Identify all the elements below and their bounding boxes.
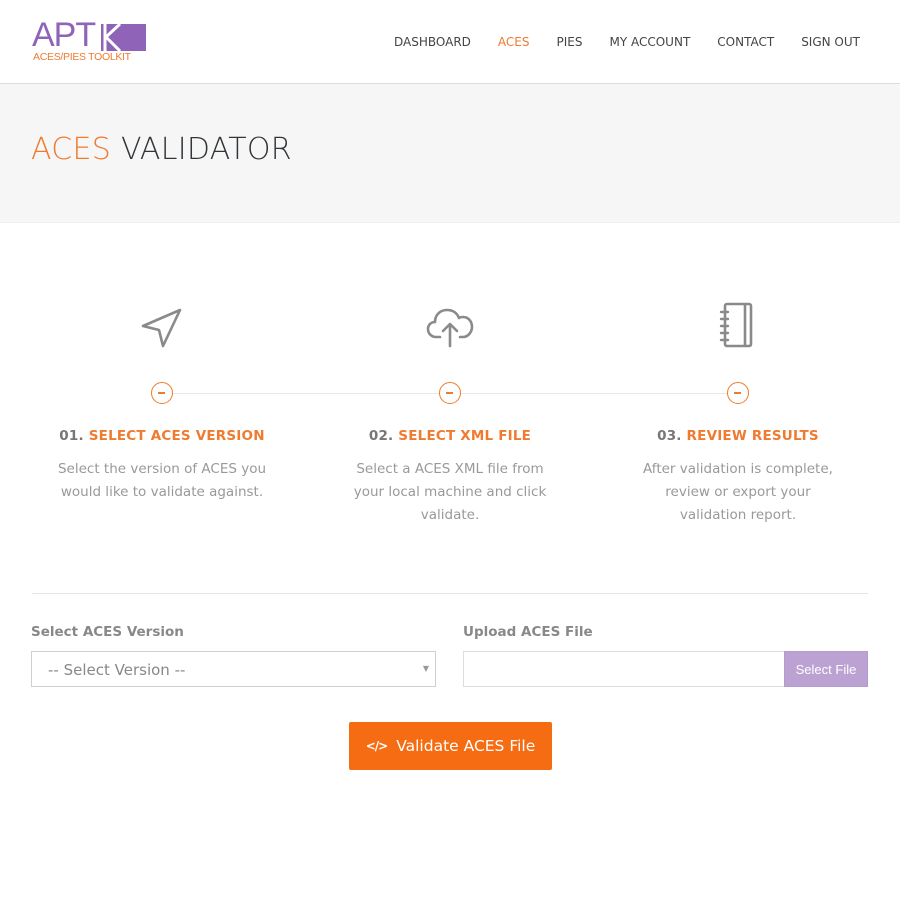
select-file-button[interactable]: Select File xyxy=(784,651,868,687)
step-number: 01. xyxy=(59,428,84,444)
page-title-accent: ACES xyxy=(31,132,112,167)
logo[interactable]: APT ACES/PIES TOOLKIT xyxy=(32,18,152,66)
logo-k-mark xyxy=(101,24,146,51)
step-title: 03. REVIEW RESULTS xyxy=(593,428,883,444)
version-select-value: -- Select Version -- xyxy=(48,661,186,679)
logo-text: APT xyxy=(32,16,96,54)
title-band: ACES VALIDATOR xyxy=(0,85,900,223)
step-title: 02. SELECT XML FILE xyxy=(305,428,595,444)
page-title: ACES VALIDATOR xyxy=(31,132,292,167)
logo-subtitle: ACES/PIES TOOLKIT xyxy=(33,51,131,63)
step-description: After validation is complete, review or … xyxy=(643,461,833,523)
step-number: 02. xyxy=(368,428,394,444)
step-name: SELECT XML FILE xyxy=(398,428,532,444)
validate-button-label: Validate ACES File xyxy=(396,737,536,755)
version-select[interactable]: -- Select Version -- ▼ xyxy=(31,651,436,687)
step-name: SELECT ACES VERSION xyxy=(88,428,265,444)
step-description: Select the version of ACES you would lik… xyxy=(57,461,267,500)
nav-pies[interactable]: PIES xyxy=(557,35,583,49)
step-3: 03. REVIEW RESULTS After validation is c… xyxy=(593,300,883,527)
section-divider xyxy=(32,593,868,594)
main-nav: DASHBOARD ACES PIES MY ACCOUNT CONTACT S… xyxy=(367,35,860,49)
validate-button[interactable]: </> Validate ACES File xyxy=(349,722,552,770)
step-1: 01. SELECT ACES VERSION Select the versi… xyxy=(17,300,307,504)
cloud-upload-icon xyxy=(305,300,595,360)
step-marker xyxy=(727,382,749,404)
nav-sign-out[interactable]: SIGN OUT xyxy=(801,35,860,49)
nav-contact[interactable]: CONTACT xyxy=(717,35,774,49)
step-name: REVIEW RESULTS xyxy=(686,428,819,444)
code-icon: </> xyxy=(365,739,388,753)
step-title: 01. SELECT ACES VERSION xyxy=(17,428,307,444)
upload-label: Upload ACES File xyxy=(463,624,593,640)
step-2: 02. SELECT XML FILE Select a ACES XML fi… xyxy=(305,300,595,527)
chevron-down-icon: ▼ xyxy=(422,664,429,673)
step-description: Select a ACES XML file from your local m… xyxy=(353,461,547,523)
upload-file-input[interactable] xyxy=(463,651,785,687)
nav-aces[interactable]: ACES xyxy=(498,35,530,49)
page-title-rest: VALIDATOR xyxy=(120,132,292,167)
nav-dashboard[interactable]: DASHBOARD xyxy=(394,35,471,49)
step-number: 03. xyxy=(657,428,682,444)
step-marker xyxy=(439,382,461,404)
nav-my-account[interactable]: MY ACCOUNT xyxy=(609,35,690,49)
site-header: APT ACES/PIES TOOLKIT DASHBOARD ACES PIE… xyxy=(0,0,900,84)
version-label: Select ACES Version xyxy=(31,624,184,640)
notebook-icon xyxy=(593,300,883,360)
navigation-arrow-icon xyxy=(17,300,307,360)
step-marker xyxy=(151,382,173,404)
